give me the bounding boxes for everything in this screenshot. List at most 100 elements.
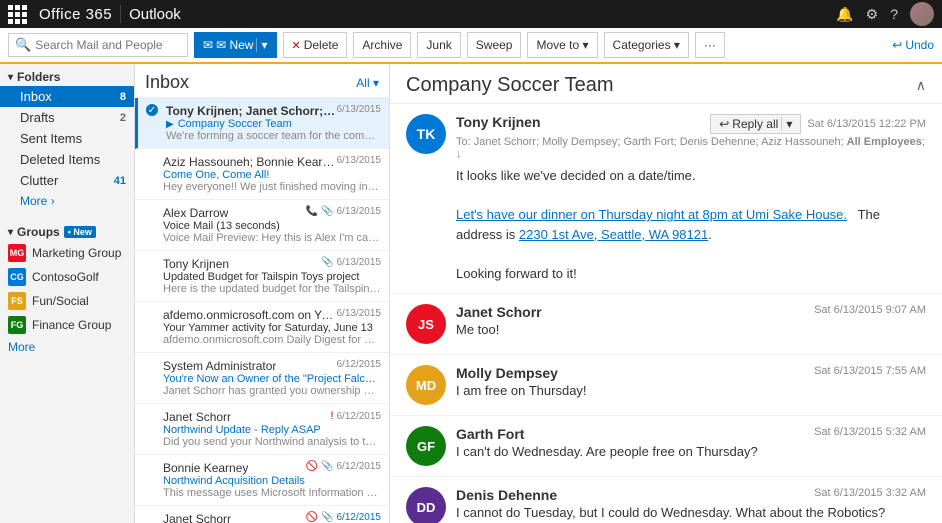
email-item[interactable]: Janet Schorr ! 6/12/2015 Northwind Updat… (135, 404, 389, 455)
message-date: Sat 6/13/2015 7:55 AM (814, 365, 926, 377)
sidebar-item-deleted[interactable]: Deleted Items (0, 149, 134, 170)
undo-label: Undo (905, 38, 934, 52)
reply-all-button[interactable]: ↩ Reply all ▾ (710, 114, 801, 134)
reply-icon: ↩ (719, 117, 729, 131)
email-checkbox[interactable] (143, 155, 157, 193)
sidebar-item-clutter[interactable]: Clutter 41 (0, 170, 134, 191)
all-filter-dropdown[interactable]: All ▾ (356, 76, 379, 90)
email-checkbox[interactable] (143, 410, 157, 448)
clutter-badge: 41 (114, 175, 126, 187)
email-item[interactable]: Aziz Hassouneh; Bonnie Kearney; D... 6/1… (135, 149, 389, 200)
group-item-contosogolf[interactable]: CG ContosoGolf (0, 265, 134, 289)
funsocial-avatar: FS (8, 292, 26, 310)
delete-button[interactable]: ✕ Delete (283, 32, 348, 58)
email-date: 6/12/2015 (337, 411, 382, 422)
urgent-icon: ! (330, 410, 333, 422)
new-button[interactable]: ✉ ✉ New ▾ (194, 32, 277, 58)
email-meta: Aziz Hassouneh; Bonnie Kearney; D... 6/1… (163, 155, 381, 169)
address-link[interactable]: 2230 1st Ave, Seattle, WA 98121 (519, 227, 708, 242)
more-groups-link[interactable]: More (0, 337, 134, 357)
categories-button[interactable]: Categories ▾ (604, 32, 689, 58)
email-checkbox[interactable] (143, 461, 157, 499)
bell-icon[interactable]: 🔔 (836, 6, 853, 23)
email-checkbox[interactable] (143, 359, 157, 397)
more-options-button[interactable]: ··· (695, 32, 725, 58)
new-dropdown[interactable]: ▾ (256, 38, 267, 52)
sidebar-item-inbox[interactable]: Inbox 8 (0, 86, 134, 107)
group-item-marketing[interactable]: MG Marketing Group (0, 241, 134, 265)
email-sender: Bonnie Kearney (163, 461, 248, 475)
email-checkbox[interactable] (143, 308, 157, 346)
more-folders-link[interactable]: More › (0, 191, 134, 211)
message-date: Sat 6/13/2015 3:32 AM (814, 487, 926, 499)
email-preview: Janet Schorr has granted you ownership w… (163, 385, 381, 397)
sidebar-item-sent[interactable]: Sent Items (0, 128, 134, 149)
undo-button[interactable]: ↩ Undo (892, 38, 934, 52)
email-meta: afdemo.onmicrosoft.com on Yammer 6/13/20… (163, 308, 381, 322)
move-to-button[interactable]: Move to ▾ (527, 32, 597, 58)
message-content: Molly Dempsey Sat 6/13/2015 7:55 AM I am… (456, 365, 926, 405)
body-text: Me too! (456, 322, 499, 337)
message-header-row: Molly Dempsey Sat 6/13/2015 7:55 AM (456, 365, 926, 381)
reply-dropdown[interactable]: ▾ (781, 117, 792, 131)
email-item[interactable]: ✓ Tony Krijnen; Janet Schorr; Molly D...… (135, 98, 389, 149)
email-sender: Alex Darrow (163, 206, 228, 220)
marketing-label: Marketing Group (32, 246, 121, 260)
email-checkbox[interactable] (143, 512, 157, 523)
more-groups-label: More (8, 340, 35, 354)
email-date-icons: 🚫 📎 6/12/2015 (306, 461, 381, 472)
body-text: I can't do Wednesday. Are people free on… (456, 444, 758, 459)
archive-button[interactable]: Archive (353, 32, 411, 58)
email-item[interactable]: Alex Darrow 📞 📎 6/13/2015 Voice Mail (13… (135, 200, 389, 251)
more-label: ··· (704, 38, 716, 52)
junk-button[interactable]: Junk (417, 32, 460, 58)
message-to: To: Janet Schorr; Molly Dempsey; Garth F… (456, 136, 926, 160)
gear-icon[interactable]: ⚙ (866, 6, 879, 23)
sent-label: Sent Items (20, 131, 82, 146)
email-meta: Tony Krijnen; Janet Schorr; Molly D... 6… (166, 104, 381, 118)
help-icon[interactable]: ? (890, 6, 898, 22)
message-block: GF Garth Fort Sat 6/13/2015 5:32 AM I ca… (390, 416, 942, 477)
reading-pane: Company Soccer Team ∧ TK Tony Krijnen ↩ … (390, 64, 942, 523)
email-checkbox[interactable] (143, 206, 157, 244)
search-input[interactable] (35, 38, 165, 52)
blocked-icon: 🚫 (306, 512, 318, 523)
waffle-icon[interactable] (8, 5, 27, 24)
email-meta: Bonnie Kearney 🚫 📎 6/12/2015 (163, 461, 381, 475)
email-meta: Alex Darrow 📞 📎 6/13/2015 (163, 206, 381, 220)
email-date: 6/13/2015 (337, 206, 382, 217)
dinner-link[interactable]: Let's have our dinner on Thursday night … (456, 207, 847, 222)
email-checkbox[interactable] (143, 257, 157, 295)
email-item[interactable]: Bonnie Kearney 🚫 📎 6/12/2015 Northwind A… (135, 455, 389, 506)
email-meta: Tony Krijnen 📎 6/13/2015 (163, 257, 381, 271)
collapse-button[interactable]: ∧ (916, 77, 926, 94)
message-content: Garth Fort Sat 6/13/2015 5:32 AM I can't… (456, 426, 926, 466)
sidebar-item-drafts[interactable]: Drafts 2 (0, 107, 134, 128)
sweep-button[interactable]: Sweep (467, 32, 522, 58)
group-item-funsocial[interactable]: FS Fun/Social (0, 289, 134, 313)
body-line-1: It looks like we've decided on a date/ti… (456, 166, 926, 186)
email-date: 6/13/2015 (337, 104, 382, 115)
email-sender: Tony Krijnen (163, 257, 229, 271)
groups-header[interactable]: ▾ Groups • New (0, 219, 134, 241)
top-bar-divider (120, 5, 121, 23)
email-item[interactable]: afdemo.onmicrosoft.com on Yammer 6/13/20… (135, 302, 389, 353)
message-sender: Molly Dempsey (456, 365, 558, 381)
email-item[interactable]: Tony Krijnen 📎 6/13/2015 Updated Budget … (135, 251, 389, 302)
email-preview: We're forming a soccer team for the comp… (166, 130, 381, 142)
email-checkbox[interactable]: ✓ (146, 104, 160, 142)
folders-label: Folders (17, 70, 60, 84)
app-label: Outlook (129, 6, 181, 23)
funsocial-label: Fun/Social (32, 294, 89, 308)
user-avatar[interactable] (910, 2, 934, 26)
sender-avatar: JS (406, 304, 446, 344)
email-item[interactable]: System Administrator 6/12/2015 You're No… (135, 353, 389, 404)
folders-header[interactable]: ▾ Folders (0, 64, 134, 86)
email-list-header: Inbox All ▾ (135, 64, 389, 98)
message-header-row: Denis Dehenne Sat 6/13/2015 3:32 AM (456, 487, 926, 503)
group-item-finance[interactable]: FG Finance Group (0, 313, 134, 337)
email-preview: This message uses Microsoft Information … (163, 487, 381, 499)
sweep-label: Sweep (476, 38, 513, 52)
search-input-wrap[interactable]: 🔍 (8, 33, 188, 57)
email-item[interactable]: Janet Schorr 🚫 📎 6/12/2015 [Hiring]: Can… (135, 506, 389, 523)
